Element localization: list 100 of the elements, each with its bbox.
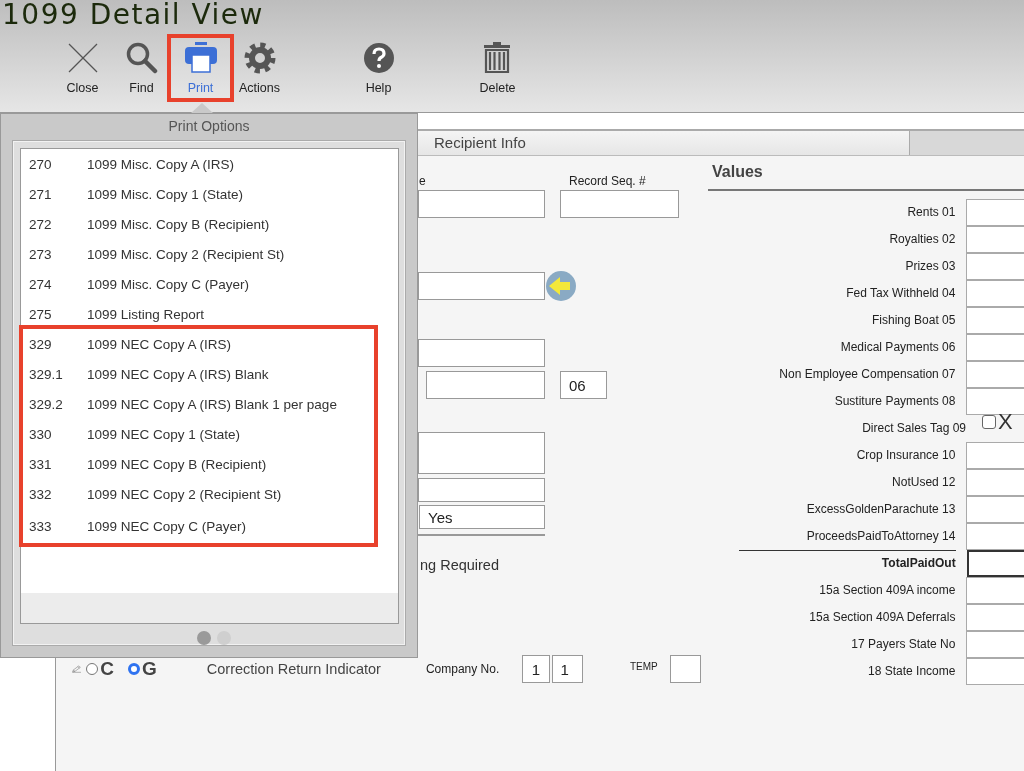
- popover-title: Print Options: [168, 118, 250, 134]
- list-item[interactable]: 271 1099 Misc. Copy 1 (State): [21, 179, 398, 209]
- input-field[interactable]: [966, 657, 1024, 685]
- search-icon: [125, 42, 158, 74]
- item-code: 333: [29, 518, 53, 534]
- input-field[interactable]: 06: [560, 371, 607, 399]
- page-dot[interactable]: [216, 631, 231, 645]
- radio-option[interactable]: G: [128, 658, 157, 680]
- field-label: Direct Sales Tag 09: [861, 420, 966, 435]
- input-field[interactable]: [966, 252, 1024, 280]
- item-name: 1099 Misc. Copy 2 (Recipient St): [87, 246, 285, 262]
- list-item[interactable]: 329.2 1099 NEC Copy A (IRS) Blank 1 per page: [19, 389, 378, 419]
- item-name: 1099 NEC Copy C (Payer): [87, 518, 247, 534]
- field-label: NotUsed 12: [891, 474, 956, 489]
- find-button[interactable]: Find: [112, 38, 171, 98]
- field-label: Record Seq. #: [569, 174, 646, 188]
- delete-button[interactable]: Delete: [468, 38, 527, 98]
- help-icon: [362, 42, 395, 74]
- field-label: 15a Section 409A income: [818, 582, 956, 597]
- field-label: 18 State Income: [867, 663, 956, 678]
- input-field[interactable]: [418, 339, 545, 367]
- input-field[interactable]: [966, 441, 1024, 469]
- field-label: ExcessGoldenParachute 13: [805, 501, 956, 516]
- input-field[interactable]: [966, 630, 1024, 658]
- item-name: 1099 Misc. Copy 1 (State): [87, 186, 244, 202]
- list-item[interactable]: 329 1099 NEC Copy A (IRS): [19, 325, 378, 359]
- item-name: 1099 Misc. Copy B (Recipient): [87, 216, 270, 232]
- input-field[interactable]: 1: [522, 655, 550, 683]
- list-item[interactable]: 329.1 1099 NEC Copy A (IRS) Blank: [19, 359, 378, 389]
- field-label: Correction Return Indicator: [206, 661, 381, 677]
- list-item[interactable]: 274 1099 Misc. Copy C (Payer): [21, 269, 398, 299]
- input-field[interactable]: [418, 478, 545, 502]
- list-item[interactable]: 333 1099 NEC Copy C (Payer): [19, 509, 378, 547]
- field-label: Fed Tax Withheld 04: [845, 285, 956, 300]
- input-field[interactable]: [560, 190, 679, 218]
- field-label: 15a Section 409A Deferrals: [808, 609, 956, 624]
- input-field[interactable]: [966, 333, 1024, 361]
- item-code: 329.1: [29, 366, 64, 382]
- printer-icon: [184, 42, 217, 74]
- input-field[interactable]: [669, 655, 701, 683]
- input-field[interactable]: [966, 495, 1024, 523]
- item-name: 1099 NEC Copy 1 (State): [87, 426, 241, 442]
- field-label: Medical Payments 06: [839, 339, 956, 354]
- item-name: 1099 NEC Copy A (IRS): [87, 336, 232, 352]
- close-button[interactable]: Close: [53, 38, 112, 98]
- field-label: ProceedsPaidToAttorney 14: [805, 528, 956, 543]
- list-item[interactable]: 332 1099 NEC Copy 2 (Recipient St): [19, 479, 378, 509]
- item-name: 1099 NEC Copy 2 (Recipient St): [87, 486, 282, 502]
- input-field[interactable]: [418, 272, 545, 300]
- input-field[interactable]: [966, 603, 1024, 631]
- input-field[interactable]: [966, 279, 1024, 307]
- help-button[interactable]: Help: [349, 38, 408, 98]
- item-code: 275: [29, 306, 53, 322]
- input-field[interactable]: [966, 306, 1024, 334]
- checkbox-label: X: [998, 408, 1013, 435]
- item-code: 331: [29, 456, 53, 472]
- input-field[interactable]: [966, 468, 1024, 496]
- close-icon: [66, 42, 99, 74]
- item-code: 330: [29, 426, 53, 442]
- field-label: Fishing Boat 05: [871, 312, 956, 327]
- field-label: 17 Payers State No: [850, 636, 956, 651]
- item-name: 1099 Misc. Copy C (Payer): [87, 276, 250, 292]
- item-name: 1099 NEC Copy A (IRS) Blank: [87, 366, 269, 382]
- input-field[interactable]: 1: [551, 655, 583, 683]
- page-dot[interactable]: [196, 631, 211, 645]
- field-label: Crop Insurance 10: [855, 447, 956, 462]
- field-label: e: [419, 174, 427, 188]
- item-name: 1099 NEC Copy B (Recipient): [87, 456, 267, 472]
- item-code: 270: [29, 156, 53, 172]
- actions-button[interactable]: Actions: [230, 38, 289, 98]
- input-field[interactable]: [426, 371, 545, 399]
- total-field[interactable]: [966, 549, 1024, 577]
- item-code: 332: [29, 486, 53, 502]
- list-item[interactable]: 330 1099 NEC Copy 1 (State): [19, 419, 378, 449]
- item-name: 1099 Misc. Copy A (IRS): [87, 156, 235, 172]
- input-field[interactable]: [966, 387, 1024, 415]
- field-label: Company No.: [425, 662, 500, 676]
- item-code: 274: [29, 276, 53, 292]
- total-label: TotalPaidOut: [739, 550, 956, 575]
- list-item[interactable]: 331 1099 NEC Copy B (Recipient): [19, 449, 378, 479]
- list-item[interactable]: 273 1099 Misc. Copy 2 (Recipient St): [21, 239, 398, 269]
- input-field[interactable]: [418, 432, 545, 474]
- field-label: Rents 01: [906, 204, 956, 219]
- radio-option[interactable]: C: [86, 658, 115, 680]
- input-field[interactable]: [418, 190, 545, 218]
- item-code: 271: [29, 186, 53, 202]
- input-field[interactable]: [966, 360, 1024, 388]
- input-field[interactable]: [966, 225, 1024, 253]
- window-title: 1099 Detail View: [2, 0, 264, 30]
- section-title: Values: [711, 162, 763, 182]
- gear-icon: [243, 42, 276, 74]
- item-code: 329.2: [29, 396, 64, 412]
- field-label: ng Required: [420, 557, 499, 573]
- input-field[interactable]: [966, 198, 1024, 226]
- input-field[interactable]: [966, 576, 1024, 604]
- input-field[interactable]: Yes: [419, 505, 545, 529]
- list-item[interactable]: 272 1099 Misc. Copy B (Recipient): [21, 209, 398, 239]
- input-field[interactable]: [966, 522, 1024, 550]
- item-code: 329: [29, 336, 53, 352]
- item-name: 1099 NEC Copy A (IRS) Blank 1 per page: [87, 396, 337, 412]
